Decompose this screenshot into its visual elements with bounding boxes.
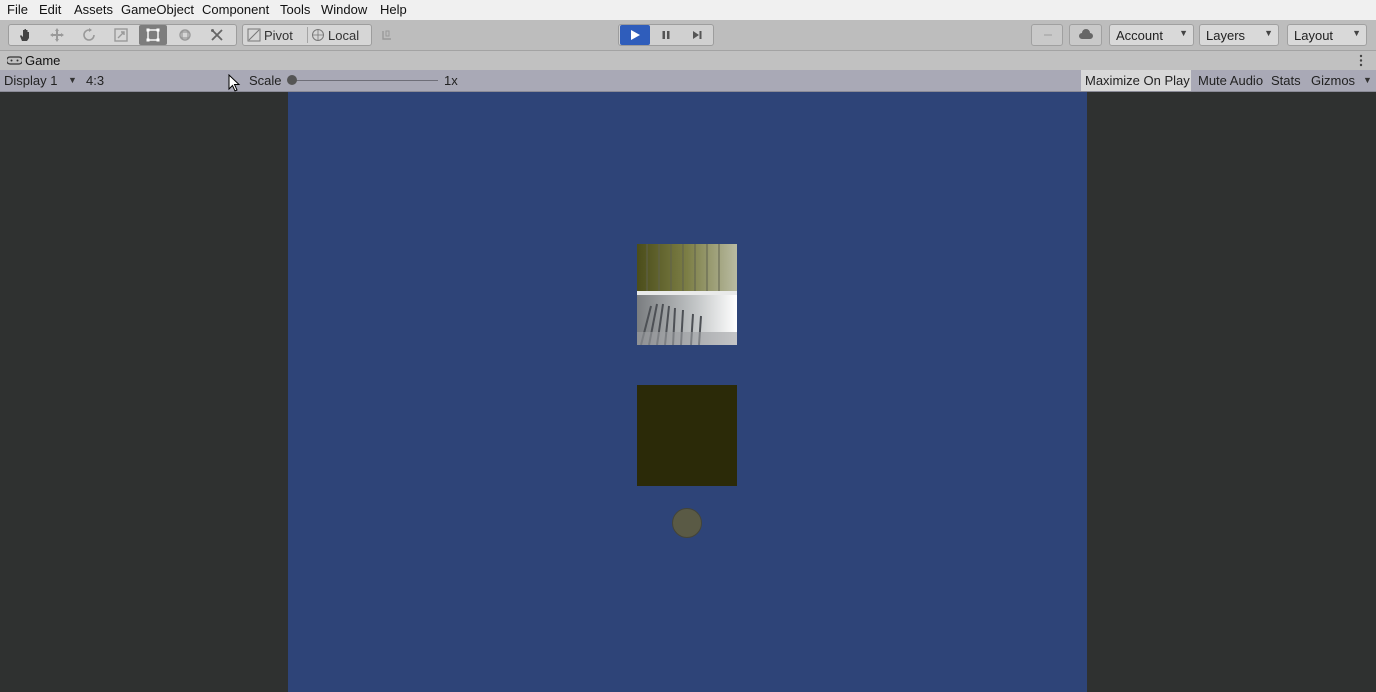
gamepad-icon [7,56,22,65]
maximize-on-play-label: Maximize On Play [1085,73,1190,88]
menu-component[interactable]: Component [202,2,269,17]
menu-file[interactable]: File [7,2,28,17]
play-icon [631,30,640,40]
move-tool-icon[interactable] [43,25,71,45]
pivot-label: Pivot [264,27,293,43]
local-label: Local [328,27,360,43]
local-icon [312,29,324,41]
gizmos-toggle[interactable]: Gizmos [1311,73,1355,88]
pivot-toggle[interactable]: Pivot [247,25,305,45]
custom-tool-icon[interactable] [203,25,231,45]
menu-help[interactable]: Help [380,2,407,17]
snap-toggle-icon[interactable] [378,25,396,45]
chevron-down-icon: ▼ [68,75,77,85]
camera-image-panel [637,244,737,345]
account-dropdown[interactable]: Account ▼ [1109,24,1194,46]
mouse-cursor-icon [228,74,241,92]
local-toggle[interactable]: Local [311,25,369,45]
scale-label: Scale [249,73,282,88]
game-viewport [0,92,1376,692]
menu-assets[interactable]: Assets [74,2,113,17]
dark-panel [637,385,737,486]
scale-tool-icon[interactable] [107,25,135,45]
transform-tools [8,24,237,46]
step-icon [693,31,702,39]
step-button[interactable] [682,25,712,45]
scale-slider-track[interactable] [292,80,438,81]
menu-window[interactable]: Window [321,2,367,17]
menu-gameobject[interactable]: GameObject [121,2,194,17]
game-canvas[interactable] [288,92,1087,692]
layout-dropdown[interactable]: Layout ▼ [1287,24,1367,46]
chevron-down-icon: ▼ [1179,28,1188,38]
hand-tool-icon[interactable] [11,25,39,45]
more-options-icon[interactable] [1359,54,1363,67]
account-label: Account [1116,28,1163,43]
cloud-icon [1079,29,1093,39]
pause-button[interactable] [651,25,681,45]
mute-audio-toggle[interactable]: Mute Audio [1198,73,1263,88]
chevron-down-icon: ▼ [1352,28,1361,38]
pause-icon [662,31,670,39]
scale-slider-thumb[interactable] [287,75,297,85]
tab-game[interactable]: Game [25,53,60,68]
collab-button[interactable] [1031,24,1063,46]
stats-toggle[interactable]: Stats [1271,73,1301,88]
menu-tools[interactable]: Tools [280,2,310,17]
layers-label: Layers [1206,28,1246,43]
round-button[interactable] [672,508,702,538]
collab-icon [1044,34,1052,36]
menu-bar: File Edit Assets GameObject Component To… [0,0,1376,20]
pivot-local-group: Pivot Local [242,24,372,46]
game-tab-bar: Game [0,51,1376,70]
play-controls [618,24,714,46]
play-button[interactable] [620,25,650,45]
transform-tool-icon[interactable] [171,25,199,45]
aspect-dropdown[interactable]: 4:3 [86,73,104,88]
pivot-icon [247,28,261,42]
layers-dropdown[interactable]: Layers ▼ [1199,24,1279,46]
chevron-down-icon[interactable]: ▼ [1363,75,1372,85]
rotate-tool-icon[interactable] [75,25,103,45]
rect-tool-icon[interactable] [139,25,167,45]
cloud-button[interactable] [1069,24,1102,46]
main-toolbar: Pivot Local Account ▼ Layers ▼ Layout ▼ [0,20,1376,51]
scale-value: 1x [444,73,458,88]
menu-edit[interactable]: Edit [39,2,61,17]
maximize-on-play-toggle[interactable]: Maximize On Play [1081,70,1191,91]
layout-label: Layout [1294,28,1334,43]
chevron-down-icon: ▼ [1264,28,1273,38]
game-view-toolbar: Display 1 ▼ 4:3 Scale 1x Maximize On Pla… [0,70,1376,92]
display-dropdown[interactable]: Display 1 [4,73,57,88]
